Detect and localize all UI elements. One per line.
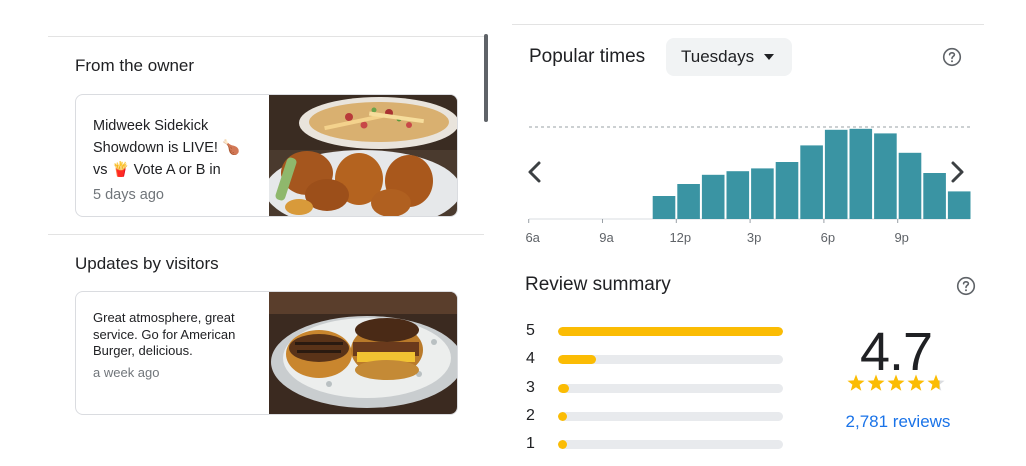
visitors-section-title: Updates by visitors (75, 254, 219, 273)
rating-bar-fill (558, 440, 567, 450)
star-icon (867, 374, 885, 391)
owner-post-photo[interactable] (269, 95, 457, 217)
chart-bar-5p[interactable] (800, 145, 823, 219)
rating-bar-fill (558, 327, 783, 336)
owner-section-title: From the owner (75, 56, 195, 75)
star-icon (847, 374, 865, 391)
rating-label-2: 2 (526, 406, 535, 424)
x-tick-label: 3p (746, 230, 762, 245)
chart-bar-2p[interactable] (726, 171, 750, 219)
divider (48, 36, 484, 37)
x-tick-label: 9a (599, 230, 614, 245)
owner-post-text: Midweek Sidekick Showdown is LIVE! 🍗 vs … (93, 115, 257, 203)
visitor-post-line: service. Go for American (93, 326, 236, 342)
star-icon (907, 374, 925, 391)
owner-post-line: vs 🍟 Vote A or B in (93, 162, 221, 178)
chevron-left-icon[interactable] (524, 158, 546, 186)
rating-bar-5[interactable] (558, 327, 783, 336)
rating-label-4: 4 (526, 350, 535, 368)
rating-label-5: 5 (526, 322, 535, 339)
chevron-right-icon[interactable] (946, 158, 968, 186)
rating-bar-fill (558, 411, 567, 421)
visitor-post-time: a week ago (93, 364, 160, 380)
visitor-post-line: Great atmosphere, great (93, 310, 235, 325)
rating-bar-3[interactable] (558, 383, 783, 393)
owner-post-line: Showdown is LIVE! 🍗 (93, 140, 241, 156)
divider (48, 234, 484, 235)
visitor-post-text: Great atmosphere, great service. Go for … (93, 310, 257, 380)
visitor-post-photo[interactable] (269, 292, 457, 415)
star-icon (927, 374, 945, 391)
rating-bar-fill (558, 355, 597, 365)
rating-bar-1[interactable] (558, 440, 783, 450)
chart-bar-3p[interactable] (751, 168, 774, 219)
reviews-count-link[interactable]: 2,781 reviews (832, 412, 964, 432)
x-tick-label: 6a (525, 230, 540, 245)
chart-bar-10p[interactable] (923, 173, 946, 219)
chart-bar-8p[interactable] (874, 133, 897, 219)
x-tick-label: 6p (820, 230, 836, 245)
chart-bar-4p[interactable] (775, 162, 799, 219)
rating-label-1: 1 (526, 435, 535, 453)
owner-post-card[interactable]: Midweek Sidekick Showdown is LIVE! 🍗 vs … (75, 94, 458, 217)
chart-bar-11p[interactable] (947, 191, 971, 219)
help-circle-icon[interactable] (956, 276, 976, 296)
star-icon (887, 374, 905, 391)
rating-bar-4[interactable] (558, 355, 783, 365)
rating-bar-2[interactable] (558, 411, 783, 421)
visitor-post-card[interactable]: Great atmosphere, great service. Go for … (75, 291, 458, 415)
chart-bar-12p[interactable] (677, 184, 700, 219)
scrollbar[interactable] (484, 34, 488, 122)
chart-bar-7p[interactable] (849, 128, 873, 219)
review-summary-title: Review summary (525, 274, 671, 295)
owner-post-line: Midweek Sidekick (93, 118, 209, 134)
x-tick-label: 9p (894, 230, 909, 245)
popular-times-chart (528, 126, 971, 223)
owner-post-time: 5 days ago (93, 187, 164, 203)
chart-bar-6p[interactable] (824, 129, 848, 219)
rating-bar-fill (558, 383, 570, 393)
chart-bar-11a[interactable] (652, 196, 676, 219)
star-rating (847, 374, 945, 391)
visitor-post-line: Burger, delicious. (93, 343, 193, 358)
rating-label-3: 3 (526, 378, 535, 396)
updates-panel: From the owner Midweek Sidekick Showdown… (48, 36, 484, 436)
place-details-panel: Popular times Tuesdays 6a 9a 12p 3p 6p 9p Rev… (512, 24, 984, 466)
chart-bar-1p[interactable] (701, 174, 725, 219)
x-tick-label: 12p (669, 230, 692, 245)
chart-bar-9p[interactable] (898, 152, 922, 219)
